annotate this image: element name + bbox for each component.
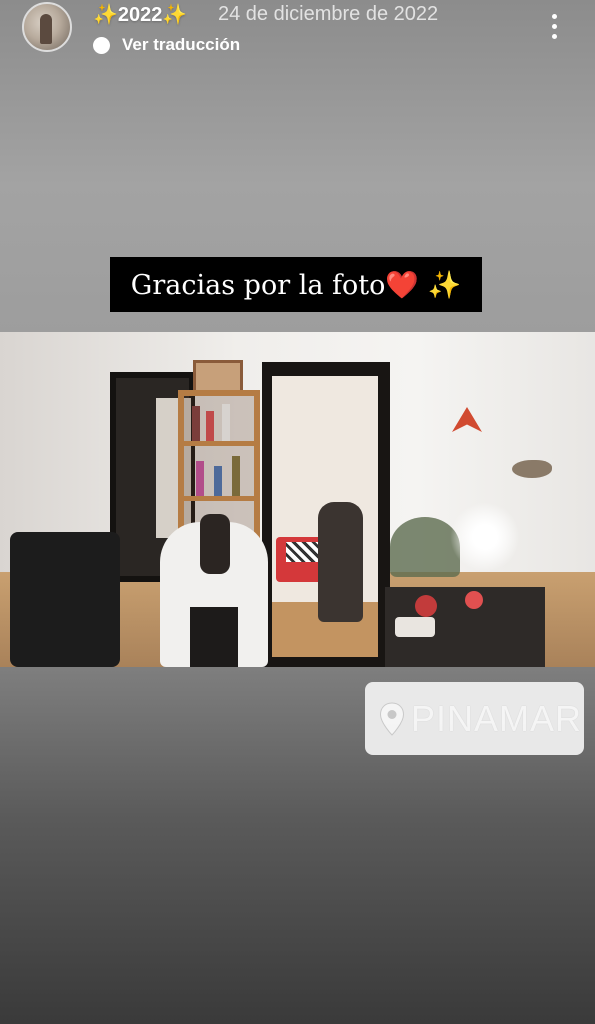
story-header: ✨2022✨ 24 de diciembre de 2022 Ver tradu… (0, 0, 595, 64)
post-date: 24 de diciembre de 2022 (218, 3, 439, 25)
photo-bird-decoration (512, 460, 552, 478)
photo-reflected-person (318, 502, 363, 622)
translate-button[interactable]: Ver traducción (93, 34, 240, 56)
avatar[interactable] (22, 2, 72, 52)
location-sticker[interactable]: PINAMAR (365, 682, 584, 755)
more-vertical-icon[interactable] (547, 12, 563, 42)
photo-picture-frame (193, 360, 243, 394)
story-caption: Gracias por la foto❤️ ✨ (110, 257, 482, 312)
avatar-figure (40, 14, 52, 44)
photo-client (160, 514, 268, 667)
username[interactable]: ✨2022✨ (93, 2, 187, 27)
story-photo (0, 332, 595, 667)
photo-lamp (450, 502, 520, 572)
location-pin-icon (379, 701, 405, 736)
photo-desk (385, 587, 545, 667)
translate-label: Ver traducción (122, 35, 241, 54)
location-name: PINAMAR (411, 697, 583, 739)
photo-salon-chair (10, 532, 120, 667)
speech-bubble-icon (93, 36, 110, 54)
photo-plant (390, 517, 460, 577)
